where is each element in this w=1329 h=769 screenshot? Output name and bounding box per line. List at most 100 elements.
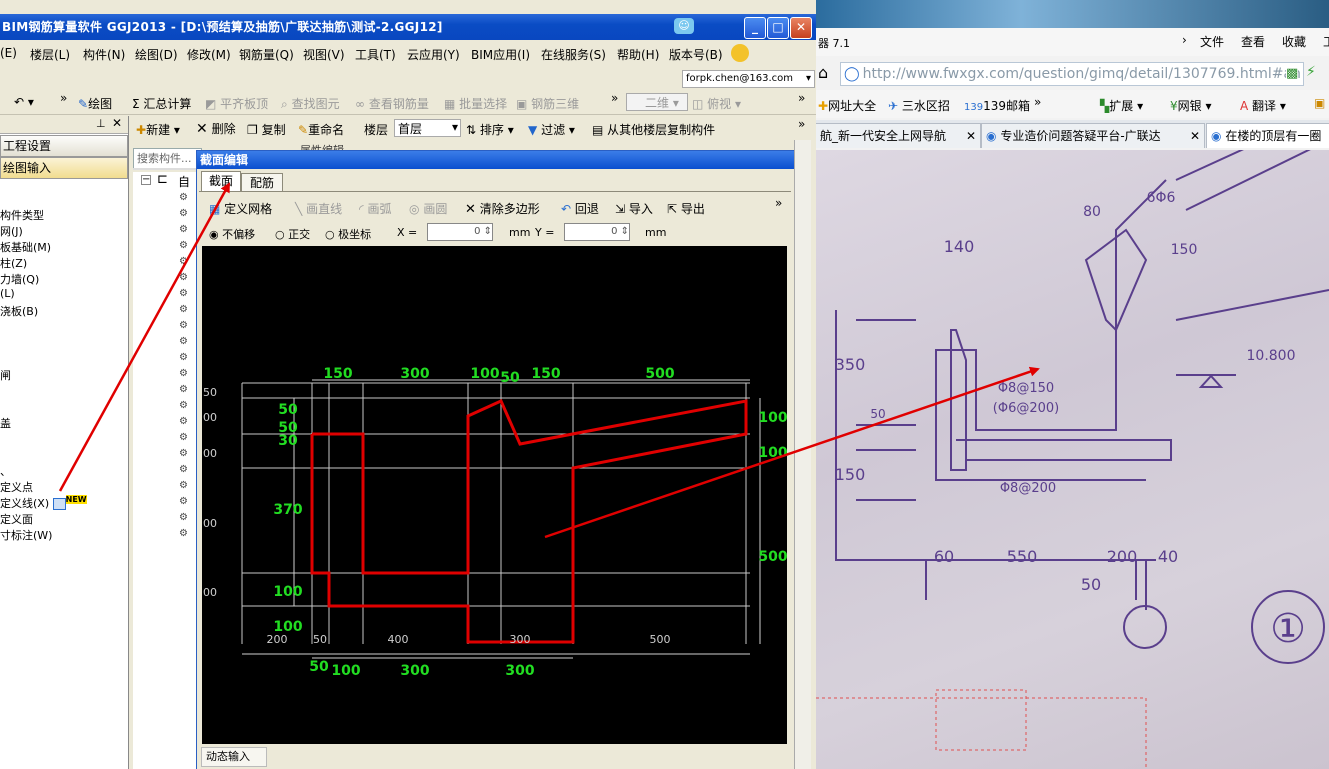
panel-close-icon[interactable]: ✕ — [112, 116, 122, 130]
menu-view[interactable]: 视图(V) — [303, 46, 345, 63]
delete-button[interactable]: ✕ 删除 — [196, 120, 236, 137]
project-settings-button[interactable]: 工程设置 — [0, 135, 128, 157]
draw-button[interactable]: ✎绘图 — [78, 95, 112, 112]
menu-draw[interactable]: 绘图(D) — [135, 46, 178, 63]
tree-gear-icon[interactable]: ⚙ — [179, 241, 189, 251]
menu-tools[interactable]: 工 — [1323, 33, 1329, 50]
tree-item-opening[interactable]: 闸 — [0, 367, 11, 383]
menu-version[interactable]: 版本号(B) — [669, 46, 723, 63]
radio-no-offset[interactable]: ◉ 不偏移 — [209, 226, 255, 242]
export-button[interactable]: ⇱ 导出 — [667, 200, 705, 217]
tree-item-grid[interactable]: 网(J) — [0, 223, 23, 239]
menu-favorites[interactable]: 收藏 — [1282, 33, 1306, 50]
toolbar-overflow-3-icon[interactable]: » — [798, 91, 805, 105]
qr-icon[interactable]: ▩ — [1286, 66, 1299, 81]
minimize-button[interactable]: _ — [744, 17, 766, 39]
clear-polygon-button[interactable]: ✕ 清除多边形 — [465, 200, 540, 217]
x-input[interactable]: 0 ⇕ — [427, 223, 493, 241]
extra-icon[interactable]: ▣ — [1314, 96, 1325, 110]
toolbar-overflow-icon[interactable]: » — [60, 91, 67, 105]
tree-gear-icon[interactable]: ⚙ — [179, 321, 189, 331]
right-scrollbar[interactable] — [794, 140, 811, 769]
draw-arc-button[interactable]: ◜ 画弧 — [359, 200, 392, 217]
drawing-input-button[interactable]: 绘图输入 — [0, 157, 128, 179]
fav-nav[interactable]: ✚网址大全 — [818, 97, 876, 114]
collapse-icon[interactable]: − — [141, 175, 151, 185]
tree-gear-icon[interactable]: ⚙ — [179, 305, 189, 315]
tree-item-column[interactable]: 柱(Z) — [0, 255, 27, 271]
tree-item-raft[interactable]: 板基础(M) — [0, 239, 51, 255]
tree-item-shear-wall[interactable]: 力墙(Q) — [0, 271, 39, 287]
tree-item-slab[interactable]: 浇板(B) — [0, 303, 38, 319]
fav-139mail[interactable]: 139139邮箱 — [964, 97, 1030, 114]
sort-button[interactable]: ⇅ 排序 ▾ — [466, 121, 514, 138]
fav-overflow-icon[interactable]: » — [1034, 95, 1041, 109]
browser-tab-glodon[interactable]: ◉ 专业造价问题答疑平台-广联达 ✕ — [981, 123, 1205, 148]
tree-gear-icon[interactable]: ⚙ — [179, 513, 189, 523]
tree-gear-icon[interactable]: ⚙ — [179, 369, 189, 379]
undo-step-button[interactable]: ↶ 回退 — [561, 200, 599, 217]
filter-button[interactable]: ▼ 过滤 ▾ — [528, 121, 575, 138]
tree-item-beam[interactable]: (L) — [0, 287, 15, 300]
menu-bim[interactable]: BIM应用(I) — [471, 46, 530, 63]
view-rebar-qty-button[interactable]: ∞ 查看钢筋量 — [355, 95, 429, 112]
tree-item-define-face[interactable]: 定义面 — [0, 511, 33, 527]
ebank-button[interactable]: ¥网银 ▾ — [1170, 97, 1212, 114]
radio-polar[interactable]: ○ 极坐标 — [325, 226, 371, 242]
tab-rebar[interactable]: 配筋 — [241, 173, 283, 192]
tree-item-dimension[interactable]: 寸标注(W) — [0, 527, 52, 543]
tree-gear-icon[interactable]: ⚙ — [179, 481, 189, 491]
tree-gear-icon[interactable]: ⚙ — [179, 401, 189, 411]
tree-root-label[interactable]: 自 — [178, 173, 190, 190]
tree-item-define-point[interactable]: 定义点 — [0, 479, 33, 495]
tree-gear-icon[interactable]: ⚙ — [179, 353, 189, 363]
dynamic-input-tab[interactable]: 动态输入 — [201, 747, 267, 767]
section-canvas[interactable]: 150 300 100 50 150 500 50 100 300 300 200 50 400 300 5… — [202, 246, 788, 744]
browser-tab-nav[interactable]: 航_新一代安全上网导航 ✕ — [816, 123, 981, 148]
batch-select-button[interactable]: ▦ 批量选择 — [444, 95, 507, 112]
menu-view[interactable]: 查看 — [1241, 33, 1265, 50]
floor-select[interactable]: 首层 ▾ — [394, 119, 461, 137]
extensions-button[interactable]: ▚扩展 ▾ — [1100, 97, 1143, 114]
browser-tab-active[interactable]: ◉ 在楼的顶层有一圈 — [1206, 123, 1329, 148]
app-title-bar[interactable]: BIM钢筋算量软件 GGJ2013 - [D:\预结算及抽筋\广联达抽筋\测试-… — [0, 14, 816, 40]
copy-from-floor-button[interactable]: ▤ 从其他楼层复制构件 — [592, 121, 715, 138]
fav-sanshui[interactable]: ✈ 三水区招 — [888, 97, 950, 114]
tree-gear-icon[interactable]: ⚙ — [179, 257, 189, 267]
help-icon[interactable]: ☺ — [674, 18, 694, 34]
define-grid-button[interactable]: ▦ 定义网格 — [209, 200, 272, 217]
menu-tools[interactable]: 工具(T) — [355, 46, 396, 63]
tree-gear-icon[interactable]: ⚙ — [179, 273, 189, 283]
rebar-3d-button[interactable]: ▣ 钢筋三维 — [516, 95, 579, 112]
menu-rebar-qty[interactable]: 钢筋量(Q) — [239, 46, 294, 63]
toolbar2-overflow-icon[interactable]: » — [798, 117, 805, 131]
dialog-toolbar-overflow-icon[interactable]: » — [775, 196, 782, 210]
tree-gear-icon[interactable]: ⚙ — [179, 497, 189, 507]
menu-help[interactable]: 帮助(H) — [617, 46, 659, 63]
toolbar-overflow-2-icon[interactable]: » — [611, 91, 618, 105]
draw-circle-button[interactable]: ◎ 画圆 — [409, 200, 447, 217]
tree-gear-icon[interactable]: ⚙ — [179, 529, 189, 539]
translate-button[interactable]: A 翻译 ▾ — [1240, 97, 1286, 114]
tree-gear-icon[interactable]: ⚙ — [179, 337, 189, 347]
section-drawing[interactable]: 150 300 100 50 150 50050 100 300 300200 50 400 300 5… — [202, 246, 788, 744]
component-search-input[interactable]: 搜索构件... — [133, 148, 202, 170]
tree-gear-icon[interactable]: ⚙ — [179, 225, 189, 235]
tree-item-cap[interactable]: 盖 — [0, 415, 11, 431]
lightning-icon[interactable]: ⚡ — [1306, 64, 1316, 80]
tree-gear-icon[interactable]: ⚙ — [179, 289, 189, 299]
tree-gear-icon[interactable]: ⚙ — [179, 449, 189, 459]
tree-gear-icon[interactable]: ⚙ — [179, 209, 189, 219]
tab-close-icon[interactable]: ✕ — [1189, 124, 1200, 148]
tree-gear-icon[interactable]: ⚙ — [179, 193, 189, 203]
import-button[interactable]: ⇲ 导入 — [615, 200, 653, 217]
undo-button[interactable]: ↶ ▾ — [14, 95, 34, 109]
menu-edit[interactable]: (E) — [0, 46, 17, 60]
tab-close-icon[interactable]: ✕ — [966, 124, 976, 148]
home-icon[interactable]: ⌂ — [818, 63, 828, 82]
tree-gear-icon[interactable]: ⚙ — [179, 417, 189, 427]
tab-section[interactable]: 截面 — [201, 171, 241, 192]
menu-online[interactable]: 在线服务(S) — [541, 46, 606, 63]
tree-item-component-type[interactable]: 构件类型 — [0, 207, 44, 223]
new-button[interactable]: ✚新建 ▾ — [136, 121, 180, 138]
